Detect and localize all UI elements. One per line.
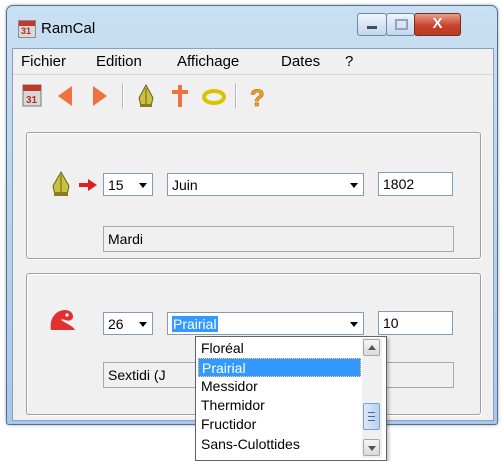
svg-text:?: ? [250,85,265,110]
scroll-up-icon[interactable] [363,339,380,356]
gregorian-year-value: 1802 [383,176,415,192]
republican-day-select[interactable]: 26 [103,312,153,335]
menu-bar: Fichier Edition Affichage Dates ? [13,49,493,75]
help-icon[interactable]: ? [243,82,273,113]
republican-year-value: 10 [383,315,399,331]
close-icon: X [432,15,443,32]
ring-icon[interactable] [199,82,229,110]
gregorian-month-value: Juin [172,177,198,193]
gregorian-day-select[interactable]: 15 [103,173,153,196]
previous-arrow-icon[interactable] [50,82,80,110]
gregorian-weekday-value: Mardi [108,231,144,247]
menu-fichier[interactable]: Fichier [21,53,66,70]
republican-month-value: Prairial [172,316,218,332]
dropdown-scrollbar[interactable] [362,338,382,458]
month-dropdown-list: Floréal Prairial Messidor Thermidor Fruc… [195,336,387,461]
dropdown-item-prairial[interactable]: Prairial [198,358,361,377]
dropdown-item-sans-culottides[interactable]: Sans-Culottides [198,435,361,454]
gregorian-month-select[interactable]: Juin [167,173,364,196]
current-arrow-icon [78,178,98,192]
title-bar[interactable]: 31 RamCal X [7,6,497,48]
menu-affichage[interactable]: Affichage [177,53,239,70]
menu-dates[interactable]: Dates [281,53,320,70]
republican-weekday-value: Sextidi (J [108,367,166,383]
phrygian-cap-icon [47,306,77,334]
chevron-down-icon[interactable] [345,175,362,194]
scroll-thumb[interactable] [363,403,380,430]
dropdown-item-messidor[interactable]: Messidor [198,377,361,396]
app-calendar-icon[interactable]: 31 [18,20,36,38]
minimize-button[interactable] [357,13,387,36]
chevron-down-icon[interactable] [345,314,362,333]
cross-icon[interactable] [165,82,195,110]
republican-month-select[interactable]: Prairial [167,312,364,335]
gregorian-day-value: 15 [108,177,124,193]
scroll-down-icon[interactable] [363,439,380,456]
minimize-icon [367,26,377,29]
gregorian-weekday-field: Mardi [103,226,454,252]
dropdown-item-floreal[interactable]: Floréal [198,339,361,358]
menu-help[interactable]: ? [345,53,353,70]
dropdown-item-fructidor[interactable]: Fructidor [198,415,361,434]
close-button[interactable]: X [414,13,461,36]
next-arrow-icon[interactable] [85,82,115,110]
republican-year-field[interactable]: 10 [378,311,453,335]
toolbar-separator [122,83,124,109]
chevron-down-icon[interactable] [134,314,151,333]
chevron-down-icon[interactable] [134,175,151,194]
maximize-button[interactable] [386,13,415,36]
svg-text:31: 31 [26,95,38,106]
gregorian-year-field[interactable]: 1802 [378,172,453,196]
mitre-icon [49,170,73,197]
mitre-icon[interactable] [131,82,161,110]
menu-edition[interactable]: Edition [96,53,142,70]
toolbar: 31 ? [13,75,493,117]
dropdown-item-thermidor[interactable]: Thermidor [198,396,361,415]
maximize-icon [395,19,408,30]
calendar-icon[interactable]: 31 [17,82,47,110]
toolbar-separator [235,83,237,109]
window-title: RamCal [41,20,96,37]
republican-day-value: 26 [108,316,124,332]
